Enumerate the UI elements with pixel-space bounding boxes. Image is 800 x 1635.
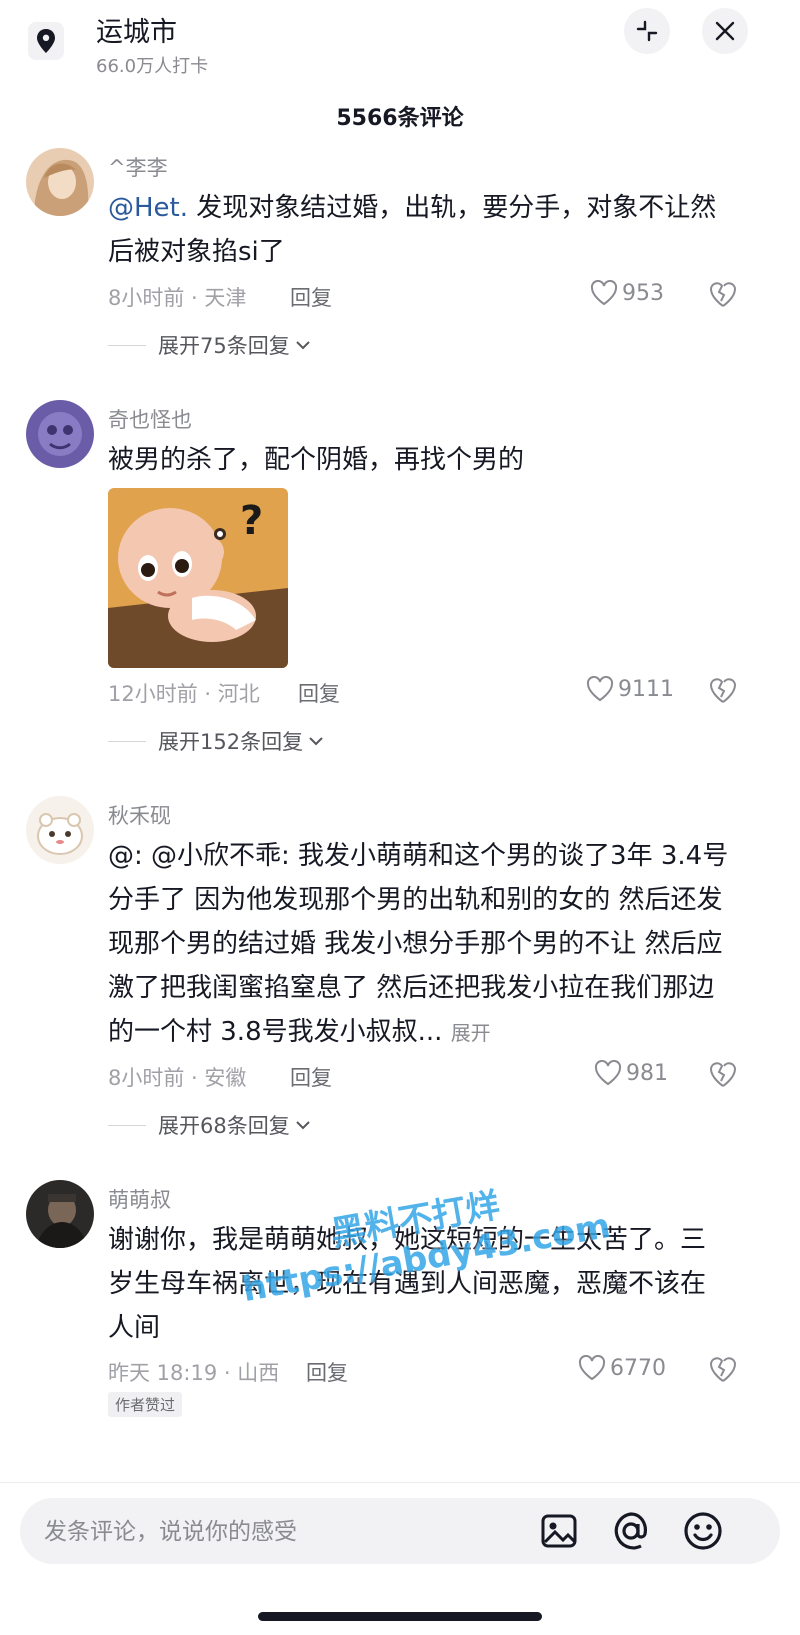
broken-heart-icon [709, 1357, 737, 1382]
reply-button[interactable]: 回复 [298, 678, 340, 708]
heart-icon [578, 1355, 606, 1381]
reply-button[interactable]: 回复 [290, 282, 332, 312]
comment-meta: 8小时前 · 天津 [108, 286, 247, 310]
svg-text:?: ? [240, 498, 263, 544]
emoji-button[interactable] [682, 1510, 724, 1556]
like-count: 981 [626, 1060, 668, 1086]
comment-input-placeholder[interactable]: 发条评论，说说你的感受 [44, 1512, 297, 1546]
image-icon [541, 1514, 577, 1548]
broken-heart-icon [709, 1062, 737, 1087]
divider-line [108, 1124, 146, 1126]
avatar[interactable] [26, 400, 94, 468]
chevron-down-icon [309, 737, 323, 746]
heart-icon [590, 280, 618, 306]
comment-meta: 8小时前 · 安徽 [108, 1066, 247, 1090]
dislike-button[interactable] [708, 280, 738, 312]
emoji-icon [684, 1512, 722, 1550]
chevron-down-icon [296, 1121, 310, 1130]
comment-text: @: @小欣不乖: 我发小萌萌和这个男的谈了3年 3.4号 分手了 因为他发现那… [108, 841, 729, 1047]
city-name[interactable]: 运城市 [96, 10, 177, 49]
comment-username[interactable]: 秋禾砚 [108, 800, 171, 830]
like-button[interactable]: 6770 [578, 1355, 666, 1381]
at-sign-icon [614, 1512, 647, 1550]
broken-heart-icon [709, 282, 737, 307]
divider-line [108, 344, 146, 346]
comment-username[interactable]: ^李李 [108, 152, 168, 182]
divider-line [108, 740, 146, 742]
like-count: 9111 [618, 676, 674, 702]
comment-meta: 昨天 18:19 · 山西 [108, 1361, 280, 1385]
location-pin-icon[interactable] [28, 22, 64, 60]
comment-count-title: 5566条评论 [336, 106, 464, 131]
checkin-count: 66.0万人打卡 [96, 56, 209, 77]
like-count: 953 [622, 280, 664, 306]
comment-username[interactable]: 萌萌叔 [108, 1184, 171, 1214]
heart-icon [586, 676, 614, 702]
expand-replies[interactable]: 展开152条回复 [108, 726, 325, 756]
home-indicator [258, 1612, 542, 1621]
expand-text-link[interactable]: 展开 [451, 1021, 491, 1045]
mention-button[interactable] [610, 1510, 652, 1556]
comment-meta: 12小时前 · 河北 [108, 682, 260, 706]
like-button[interactable]: 953 [590, 280, 664, 306]
reply-button[interactable]: 回复 [306, 1357, 348, 1387]
expand-replies[interactable]: 展开75条回复 [108, 330, 312, 360]
author-liked-badge: 作者赞过 [108, 1392, 183, 1417]
heart-icon [594, 1060, 622, 1086]
reply-button[interactable]: 回复 [290, 1062, 332, 1092]
like-button[interactable]: 981 [594, 1060, 668, 1086]
like-count: 6770 [610, 1355, 666, 1381]
comment-text: @Het. 发现对象结过婚，出轨，要分手，对象不让然 后被对象掐si了 [108, 193, 717, 267]
collapse-icon [636, 20, 658, 42]
comment-username[interactable]: 奇也怪也 [108, 404, 192, 434]
avatar[interactable] [26, 1180, 94, 1248]
broken-heart-icon [709, 678, 737, 703]
mention-link[interactable]: @Het. [108, 193, 188, 223]
like-button[interactable]: 9111 [586, 676, 674, 702]
comment-text: 被男的杀了，配个阴婚，再找个男的 [108, 445, 525, 475]
avatar[interactable] [26, 148, 94, 216]
dislike-button[interactable] [708, 1355, 738, 1387]
dislike-button[interactable] [708, 1060, 738, 1092]
comment-image[interactable]: ? [108, 488, 288, 668]
avatar[interactable] [26, 796, 94, 864]
chevron-down-icon [296, 341, 310, 350]
dislike-button[interactable] [708, 676, 738, 708]
image-picker-button[interactable] [540, 1512, 578, 1554]
close-button[interactable] [702, 8, 748, 54]
collapse-button[interactable] [624, 8, 670, 54]
close-icon [715, 21, 735, 41]
divider [0, 1482, 800, 1483]
expand-replies[interactable]: 展开68条回复 [108, 1110, 312, 1140]
